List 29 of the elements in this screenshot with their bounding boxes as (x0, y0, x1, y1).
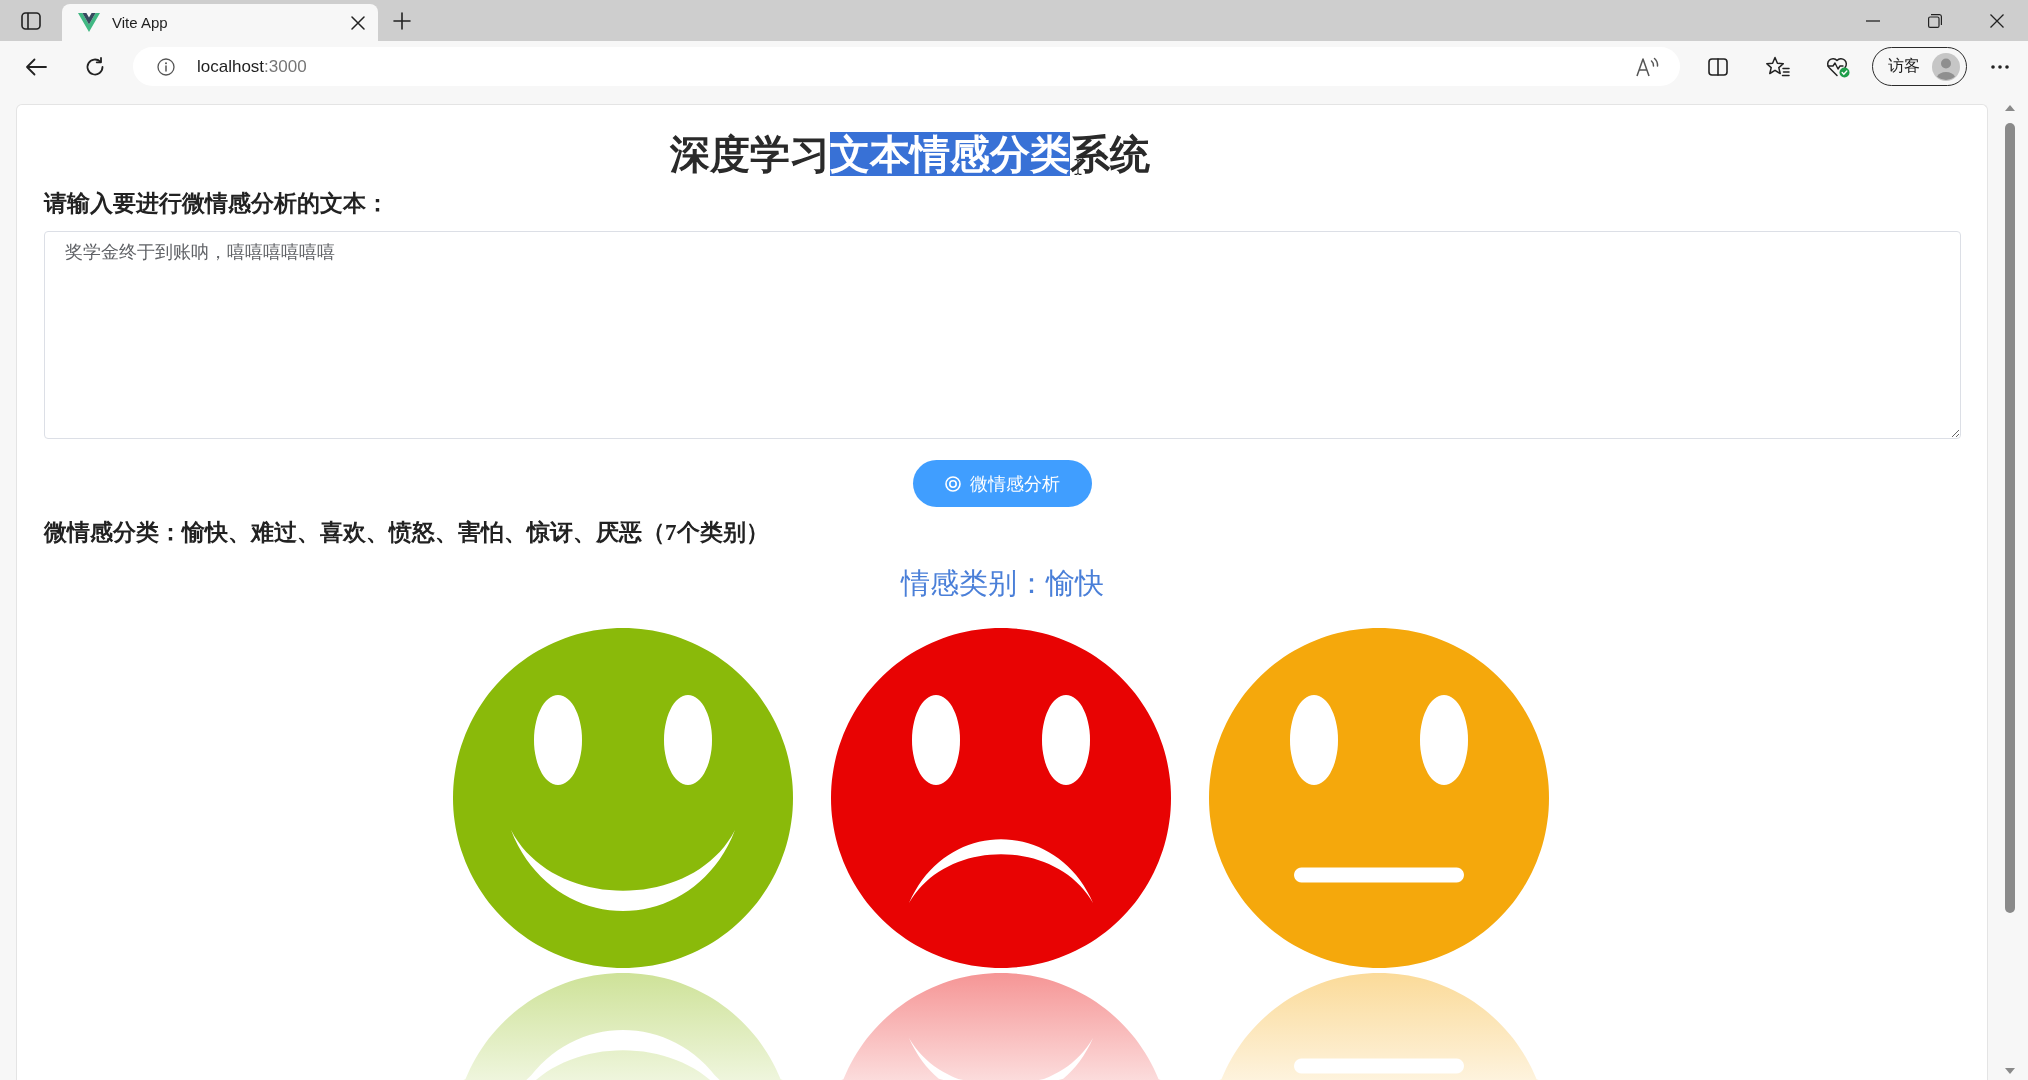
ring-icon (945, 475, 961, 492)
more-icon[interactable] (1991, 64, 2009, 69)
scrollbar-thumb[interactable] (2005, 123, 2015, 913)
minimize-icon[interactable] (1866, 19, 1880, 22)
restore-icon[interactable] (1928, 13, 1942, 28)
close-icon[interactable] (351, 15, 365, 30)
read-aloud-icon[interactable] (1636, 56, 1660, 77)
browser-tab[interactable]: Vite App (62, 4, 378, 41)
avatar-icon (1932, 52, 1960, 81)
url-text: localhost:3000 (197, 56, 307, 77)
split-window-icon[interactable] (1708, 57, 1728, 76)
address-bar[interactable]: localhost:3000 (133, 47, 1680, 86)
info-icon[interactable] (157, 57, 175, 76)
page-title: 深度学习文本情感分类系统 (669, 131, 1150, 178)
text-cursor-icon (1073, 159, 1082, 175)
star-list-icon[interactable] (1766, 55, 1790, 78)
scroll-up-icon[interactable] (2005, 105, 2015, 111)
heart-pulse-icon[interactable] (1826, 55, 1850, 78)
tab-panel-icon[interactable] (21, 11, 41, 30)
refresh-icon[interactable] (85, 56, 105, 77)
close-icon[interactable] (1990, 13, 2004, 28)
input-label: 请输入要进行微情感分析的文本： (44, 190, 389, 218)
v-logo-icon (78, 13, 100, 32)
plus-icon[interactable] (393, 11, 411, 30)
result-text: 情感类别：愉快 (901, 566, 1104, 601)
back-arrow-icon[interactable] (25, 57, 47, 76)
text-input-field[interactable]: 奖学金终于到账呐，嘻嘻嘻嘻嘻嘻 (44, 231, 1961, 439)
categories-text: 微情感分类：愉快、难过、喜欢、愤怒、害怕、惊讶、厌恶（7个类别） (44, 519, 769, 547)
scroll-down-icon[interactable] (2005, 1068, 2015, 1074)
